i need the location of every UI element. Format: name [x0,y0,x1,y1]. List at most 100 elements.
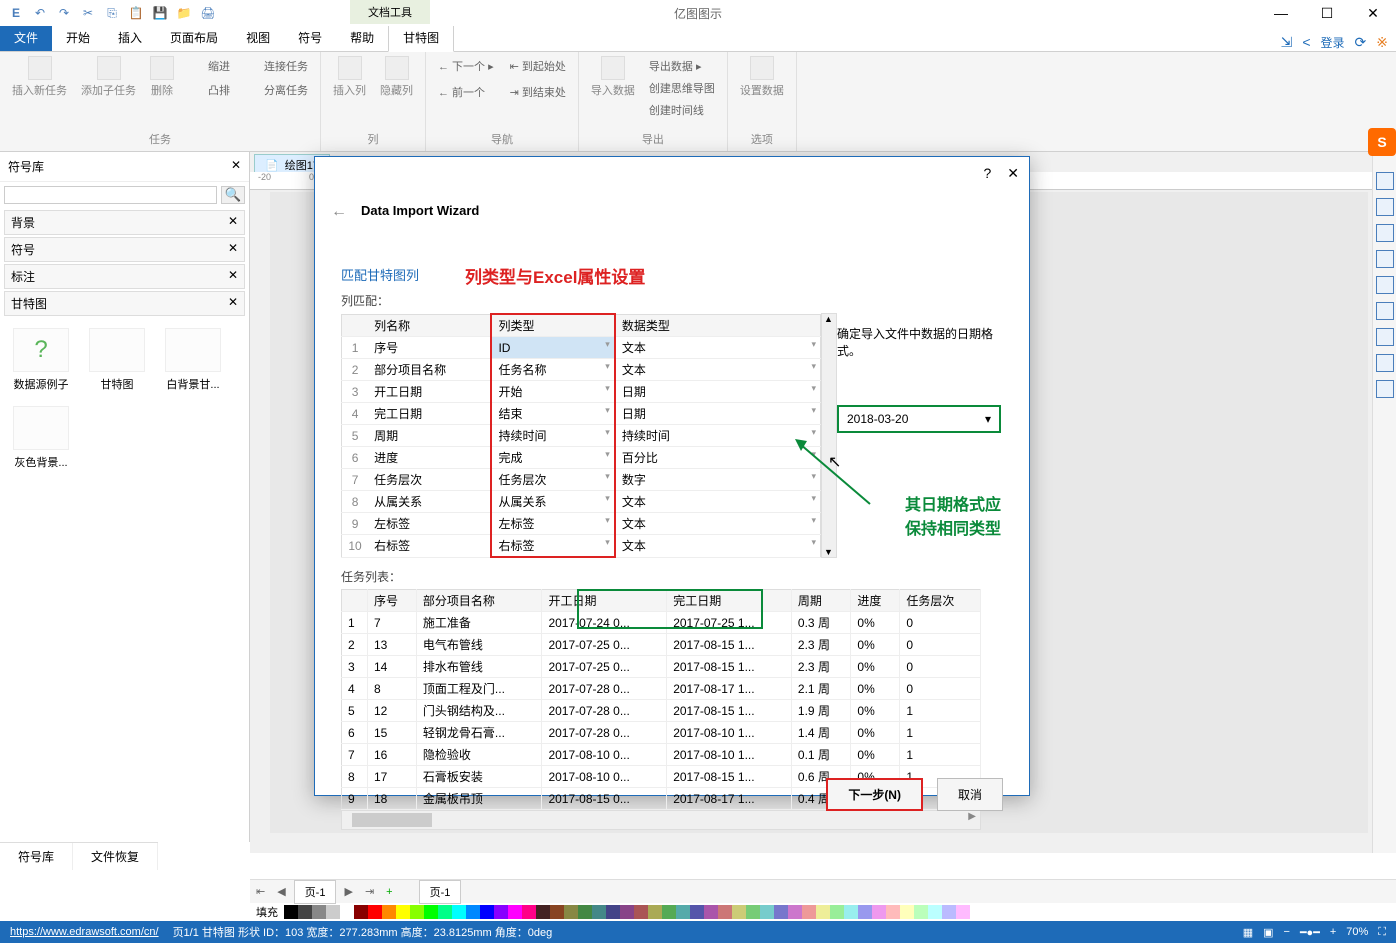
login-link[interactable]: 登录 [1321,34,1345,51]
mapping-row[interactable]: 4完工日期结束日期 [342,403,821,425]
maximize-button[interactable]: ☐ [1304,0,1350,26]
color-swatch[interactable] [900,905,914,919]
color-swatch[interactable] [774,905,788,919]
color-swatch[interactable] [536,905,550,919]
mapping-row[interactable]: 7任务层次任务层次数字 [342,469,821,491]
sogou-ime-icon[interactable]: S [1368,128,1396,156]
mapping-row[interactable]: 10右标签右标签文本 [342,535,821,558]
cancel-button[interactable]: 取消 [937,778,1003,811]
goto-end-button[interactable]: ⇥ 到结束处 [510,82,566,102]
color-swatch[interactable] [578,905,592,919]
qat-logo-icon[interactable]: E [8,5,24,21]
tab-pagelayout[interactable]: 页面布局 [156,24,232,51]
history-icon[interactable] [1376,380,1394,398]
color-swatch[interactable] [480,905,494,919]
color-swatch[interactable] [494,905,508,919]
tab-file[interactable]: 文件 [0,24,52,51]
link-task-button[interactable]: 连接任务 [244,56,308,76]
mapping-row[interactable]: 1序号ID文本 [342,337,821,359]
color-swatch[interactable] [452,905,466,919]
accordion-background[interactable]: 背景✕ [4,210,245,235]
color-swatch[interactable] [886,905,900,919]
color-swatch[interactable] [746,905,760,919]
color-swatch[interactable] [396,905,410,919]
task-row[interactable]: 716隐检验收2017-08-10 0...2017-08-10 1...0.1… [342,744,981,766]
color-swatch[interactable] [340,905,354,919]
color-swatch[interactable] [634,905,648,919]
copy-icon[interactable]: ⎘ [104,5,120,21]
shape-datasource[interactable]: ?数据源例子 [10,328,72,392]
color-swatch[interactable] [704,905,718,919]
color-swatch[interactable] [732,905,746,919]
tab-insert[interactable]: 插入 [104,24,156,51]
color-swatch[interactable] [942,905,956,919]
view-full-icon[interactable]: ▣ [1263,926,1273,939]
page-icon[interactable] [1376,302,1394,320]
color-swatch[interactable] [368,905,382,919]
color-swatch[interactable] [284,905,298,919]
hide-column-button[interactable]: 隐藏列 [380,56,413,98]
dialog-help-button[interactable]: ? [983,165,991,181]
share-icon[interactable]: < [1302,34,1310,51]
color-swatch[interactable] [354,905,368,919]
next-button[interactable]: 下一步(N) [826,778,923,811]
print-icon[interactable]: 🖨 [200,5,216,21]
unlink-task-button[interactable]: 分离任务 [244,80,308,100]
shape-white-gantt[interactable]: 白背景甘... [162,328,224,392]
mapping-row[interactable]: 9左标签左标签文本 [342,513,821,535]
task-row[interactable]: 48顶面工程及门...2017-07-28 0...2017-08-17 1..… [342,678,981,700]
tab-gantt[interactable]: 甘特图 [388,23,454,52]
task-row[interactable]: 314排水布管线2017-07-25 0...2017-08-15 1...2.… [342,656,981,678]
color-swatch[interactable] [508,905,522,919]
color-swatch[interactable] [410,905,424,919]
insert-task-button[interactable]: 插入新任务 [12,56,67,100]
zoom-in-icon[interactable]: + [1330,926,1336,938]
color-swatch[interactable] [844,905,858,919]
page-next-icon[interactable]: ▶ [338,885,358,898]
task-row[interactable]: 213电气布管线2017-07-25 0...2017-08-15 1...2.… [342,634,981,656]
undo-icon[interactable]: ↶ [32,5,48,21]
mapping-scrollbar[interactable]: ▲ ▼ [821,313,837,558]
color-swatch[interactable] [914,905,928,919]
export-icon[interactable]: ⇲ [1281,34,1293,51]
image-icon[interactable] [1376,250,1394,268]
color-swatch[interactable] [830,905,844,919]
color-swatch[interactable] [648,905,662,919]
color-swatch[interactable] [592,905,606,919]
shapelib-search-input[interactable] [4,186,217,204]
accordion-callout[interactable]: 标注✕ [4,264,245,289]
dialog-close-button[interactable]: ✕ [1007,165,1019,182]
page-first-icon[interactable]: ⇤ [250,885,271,898]
mapping-row[interactable]: 3开工日期开始日期 [342,381,821,403]
shape-gantt[interactable]: 甘特图 [86,328,148,392]
color-swatch[interactable] [760,905,774,919]
color-swatch[interactable] [802,905,816,919]
page-tab-1[interactable]: 页-1 [294,880,337,904]
page-tab-next[interactable]: 页-1 [419,880,462,904]
export-data-button[interactable]: 导出数据 ▸ [649,56,715,76]
insert-column-button[interactable]: 插入列 [333,56,366,98]
bottomtab-shapelib[interactable]: 符号库 [0,843,73,870]
column-mapping-table[interactable]: 列名称列类型数据类型 1序号ID文本2部分项目名称任务名称文本3开工日期开始日期… [341,313,821,558]
color-swatch[interactable] [564,905,578,919]
redo-icon[interactable]: ↷ [56,5,72,21]
color-swatch[interactable] [382,905,396,919]
color-swatch[interactable] [522,905,536,919]
import-data-button[interactable]: 导入数据 [591,56,635,120]
page-prev-icon[interactable]: ◀ [271,885,291,898]
color-swatch[interactable] [662,905,676,919]
fit-icon[interactable]: ⛶ [1378,926,1386,939]
accordion-gantt[interactable]: 甘特图✕ [4,291,245,316]
shape-gray-gantt[interactable]: 灰色背景... [10,406,72,470]
close-button[interactable]: ✕ [1350,0,1396,26]
clip-icon[interactable] [1376,276,1394,294]
style-icon[interactable] [1376,198,1394,216]
bottomtab-recovery[interactable]: 文件恢复 [73,843,158,870]
task-table-scrollbar[interactable] [341,810,981,830]
outdent-button[interactable]: 凸排 [188,80,230,100]
color-swatch[interactable] [326,905,340,919]
next-button[interactable]: ← 下一个 ▸ [438,56,494,76]
task-row[interactable]: 17施工准备2017-07-24 0...2017-07-25 1...0.3 … [342,612,981,634]
color-swatch[interactable] [858,905,872,919]
task-row[interactable]: 615轻钢龙骨石膏...2017-07-28 0...2017-08-10 1.… [342,722,981,744]
